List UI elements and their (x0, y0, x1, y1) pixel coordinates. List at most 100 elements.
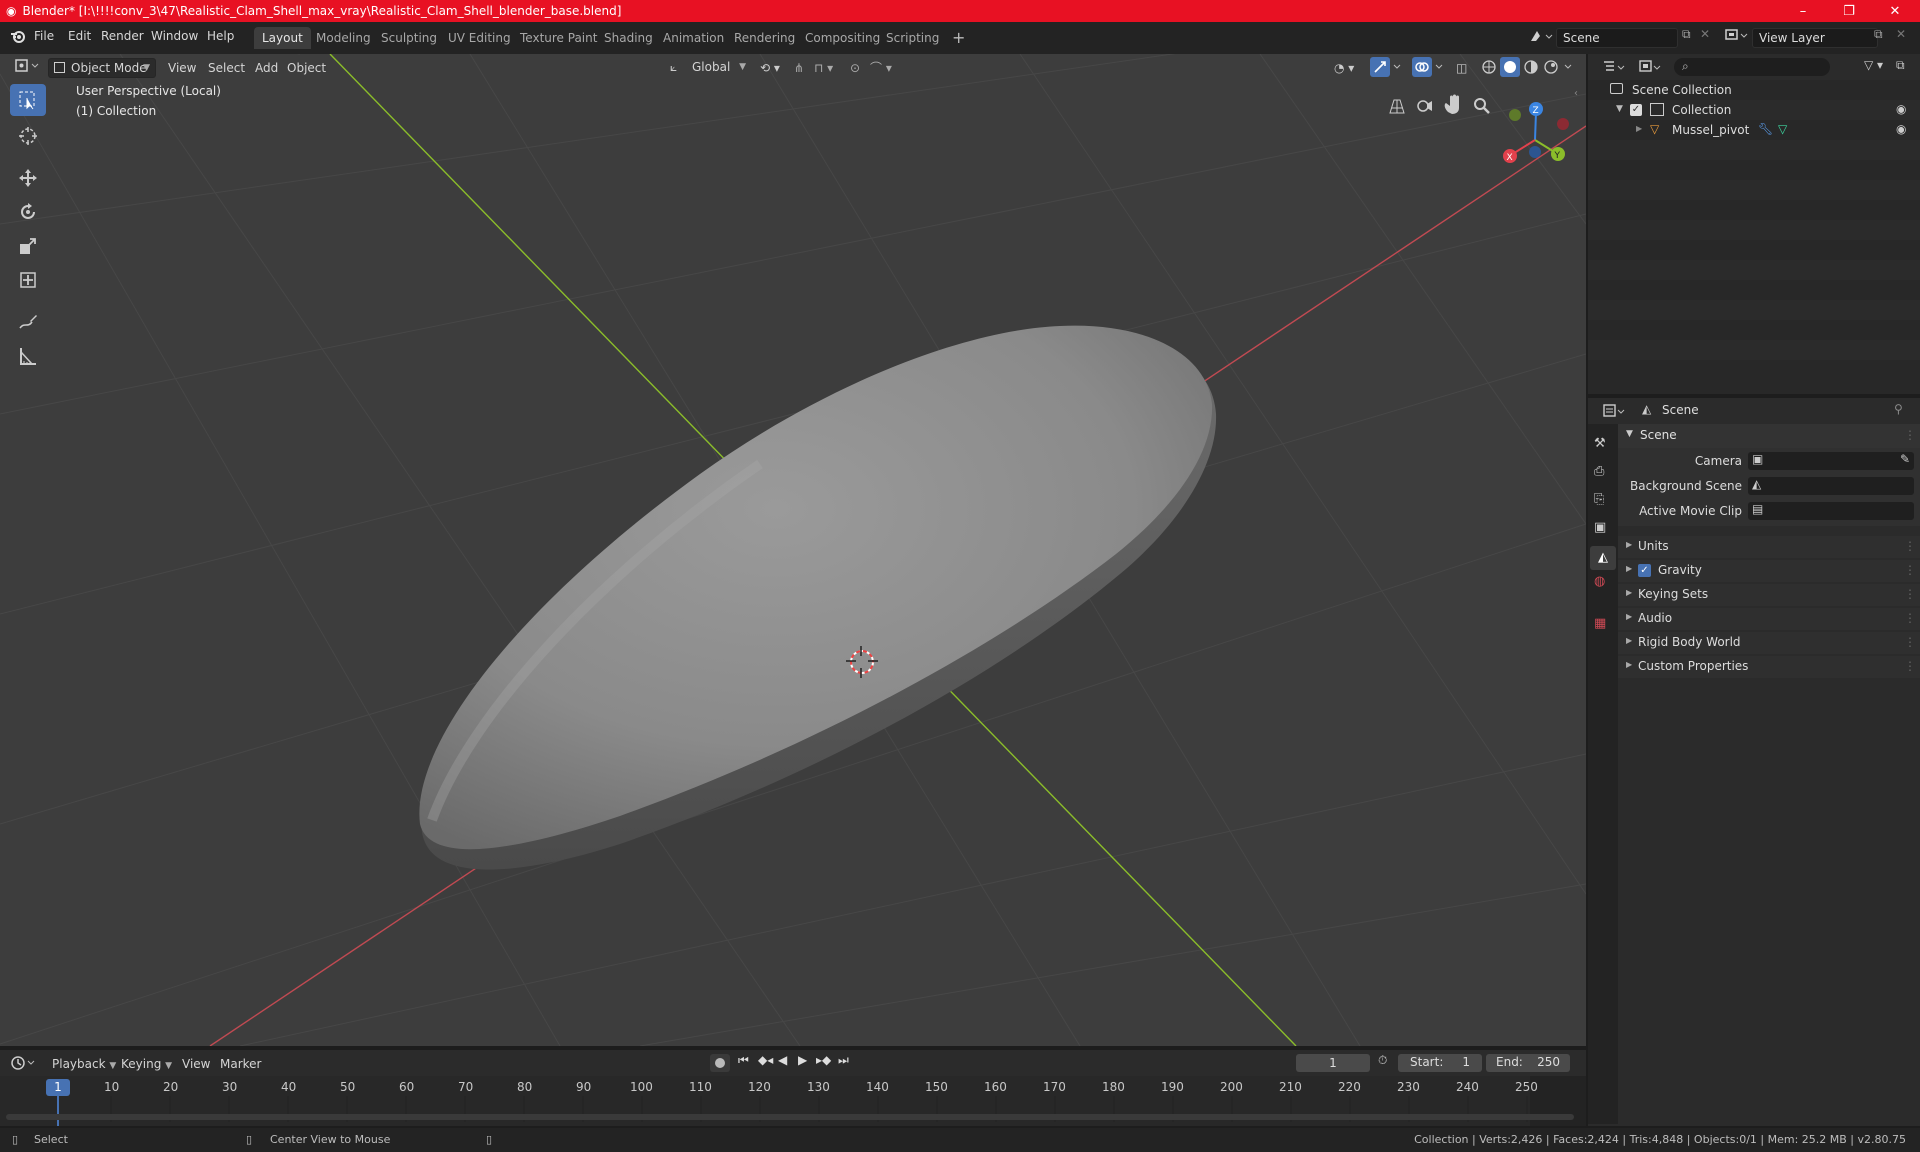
measure-tool-icon[interactable] (10, 340, 46, 372)
object-visibility-icon[interactable]: ◔ ▾ (1330, 58, 1358, 78)
playhead-marker[interactable]: 1 (46, 1079, 70, 1096)
expand-arrow-icon[interactable]: ▶ (1636, 124, 1642, 133)
overlay-toggle-icon[interactable] (1408, 57, 1450, 77)
units-section[interactable]: ▶ Units ⋮ (1618, 536, 1920, 558)
annotate-tool-icon[interactable] (10, 306, 46, 338)
close-window-button[interactable]: ✕ (1872, 0, 1918, 22)
audio-section[interactable]: ▶ Audio ⋮ (1618, 608, 1920, 630)
menu-edit[interactable]: Edit (68, 29, 91, 43)
expand-arrow-icon[interactable]: ▼ (1616, 104, 1623, 114)
drag-handle-icon[interactable]: ⋮ (1904, 587, 1916, 601)
tab-shading[interactable]: Shading (596, 27, 661, 49)
minimize-button[interactable]: – (1780, 0, 1826, 22)
modifier-wrench-icon[interactable]: 🔧︎ (1758, 122, 1773, 136)
world-tab-icon[interactable]: ◍ (1594, 574, 1605, 589)
pivot-point-icon[interactable]: ⟲ ▾ (756, 58, 784, 78)
scene-panel-header[interactable]: ▼ Scene ⋮ (1618, 424, 1920, 448)
transform-orientation-dropdown[interactable]: ⟀ Global ▼ (668, 58, 748, 78)
tab-animation[interactable]: Animation (655, 27, 732, 49)
jump-prev-keyframe-icon[interactable]: ◆◂ (758, 1053, 773, 1067)
drag-handle-icon[interactable]: ⋮ (1904, 611, 1916, 625)
grid-view-icon[interactable] (1388, 98, 1405, 114)
scene-name-field[interactable]: Scene (1556, 28, 1678, 48)
delete-view-layer-icon[interactable]: ✕ (1896, 27, 1906, 41)
new-collection-icon[interactable]: ⧉ (1896, 58, 1905, 73)
drag-handle-icon[interactable]: ⋮ (1904, 428, 1916, 442)
outliner-row-scene-collection[interactable]: Scene Collection (1588, 80, 1920, 100)
add-workspace-plus-icon[interactable]: + (944, 27, 973, 49)
record-button[interactable] (710, 1054, 730, 1072)
new-scene-icon[interactable]: ⧉ (1682, 27, 1691, 42)
timeline-ruler[interactable]: 1 10 20 30 40 50 60 70 80 90 100 110 120… (0, 1076, 1586, 1126)
camera-view-icon[interactable] (1417, 100, 1432, 112)
tab-texture-paint[interactable]: Texture Paint (512, 27, 605, 49)
gravity-checkbox[interactable]: ✓ (1638, 564, 1651, 577)
xray-toggle-icon[interactable]: ◫ (1452, 58, 1471, 78)
gravity-section[interactable]: ▶ ✓ Gravity ⋮ (1618, 560, 1920, 582)
pin-icon[interactable]: ⚲ (1894, 402, 1903, 416)
start-frame-field[interactable]: Start: 1 (1398, 1054, 1482, 1072)
snap-target-icon[interactable]: ⊓ ▾ (810, 58, 837, 78)
render-tab-icon[interactable]: ⎙ (1594, 464, 1604, 479)
gizmo-toggle-icon[interactable] (1366, 57, 1408, 77)
drag-handle-icon[interactable]: ⋮ (1904, 635, 1916, 649)
menu-file[interactable]: File (34, 29, 54, 43)
eyedropper-icon[interactable]: ✎ (1900, 452, 1910, 466)
blender-menu-icon[interactable] (10, 28, 26, 44)
cursor-tool-icon[interactable] (10, 120, 46, 152)
proportional-edit-icon[interactable]: ⊙ (846, 58, 864, 78)
tab-sculpting[interactable]: Sculpting (373, 27, 445, 49)
jump-end-icon[interactable]: ⏭ (838, 1053, 849, 1068)
filter-icon[interactable]: ▽ ▾ (1864, 58, 1883, 72)
tool-tab-icon[interactable]: ⚒ (1594, 436, 1606, 451)
jump-start-icon[interactable]: ⏮ (738, 1053, 749, 1068)
timeline-editor-type-icon[interactable] (10, 1054, 38, 1072)
display-mode-icon[interactable] (1638, 59, 1664, 75)
scene-selector-icon[interactable] (1528, 27, 1554, 45)
delete-scene-icon[interactable]: ✕ (1700, 27, 1710, 41)
preview-range-icon[interactable]: ⏱ (1378, 1053, 1387, 1068)
output-tab-icon[interactable]: ⎘ (1594, 492, 1604, 507)
editor-type-icon[interactable] (10, 57, 46, 77)
menu-playback[interactable]: Playback ▼ (48, 1054, 120, 1074)
menu-keying[interactable]: Keying ▼ (117, 1054, 176, 1074)
texture-tab-icon[interactable]: ▦ (1594, 616, 1606, 631)
tab-rendering[interactable]: Rendering (726, 27, 803, 49)
tab-scripting[interactable]: Scripting (878, 27, 947, 49)
eye-icon[interactable]: ◉ (1896, 102, 1906, 116)
scale-tool-icon[interactable] (10, 230, 46, 262)
outliner-row-mussel-pivot[interactable]: ▶ ▽ Mussel_pivot 🔧︎ ▽ ◉ (1588, 120, 1920, 140)
active-movie-clip-field[interactable]: ▤ (1748, 502, 1914, 520)
mode-dropdown[interactable]: Object Mode ▼ (48, 58, 156, 78)
play-reverse-icon[interactable]: ◀ (778, 1053, 787, 1067)
drag-handle-icon[interactable]: ⋮ (1904, 659, 1916, 673)
camera-field[interactable]: ▣ ✎ (1748, 452, 1914, 470)
menu-add[interactable]: Add (251, 58, 282, 78)
menu-timeline-view[interactable]: View (178, 1054, 214, 1074)
current-frame-field[interactable]: 1 (1296, 1054, 1370, 1072)
navigation-gizmo[interactable]: Z X Y (1380, 88, 1584, 178)
rotate-tool-icon[interactable] (10, 196, 46, 228)
end-frame-field[interactable]: End: 250 (1486, 1054, 1570, 1072)
mussel-shell-mesh[interactable] (419, 325, 1217, 870)
drag-handle-icon[interactable]: ⋮ (1904, 539, 1916, 553)
shading-modes[interactable] (1476, 57, 1582, 77)
tab-compositing[interactable]: Compositing (797, 27, 888, 49)
menu-select[interactable]: Select (204, 58, 249, 78)
menu-help[interactable]: Help (207, 29, 234, 43)
properties-editor-type-icon[interactable] (1602, 403, 1628, 419)
background-scene-field[interactable]: ◭ (1748, 477, 1914, 495)
rigid-body-world-section[interactable]: ▶ Rigid Body World ⋮ (1618, 632, 1920, 654)
menu-object[interactable]: Object (283, 58, 330, 78)
proportional-falloff-icon[interactable]: ⌒ ▾ (866, 58, 896, 78)
menu-render[interactable]: Render (101, 29, 144, 43)
play-icon[interactable]: ▶ (798, 1053, 807, 1067)
transform-tool-icon[interactable] (10, 264, 46, 296)
3d-viewport[interactable]: Object Mode ▼ View Select Add Object ⟀ G… (0, 54, 1586, 1046)
tab-uv-editing[interactable]: UV Editing (440, 27, 519, 49)
zoom-view-icon[interactable] (1474, 98, 1490, 114)
outliner-row-collection[interactable]: ▼ ✓ Collection ◉ (1588, 100, 1920, 120)
scene-tab-icon[interactable]: ◭ (1590, 546, 1616, 570)
jump-next-keyframe-icon[interactable]: ▸◆ (816, 1053, 831, 1067)
mesh-data-icon[interactable]: ▽ (1778, 122, 1787, 136)
